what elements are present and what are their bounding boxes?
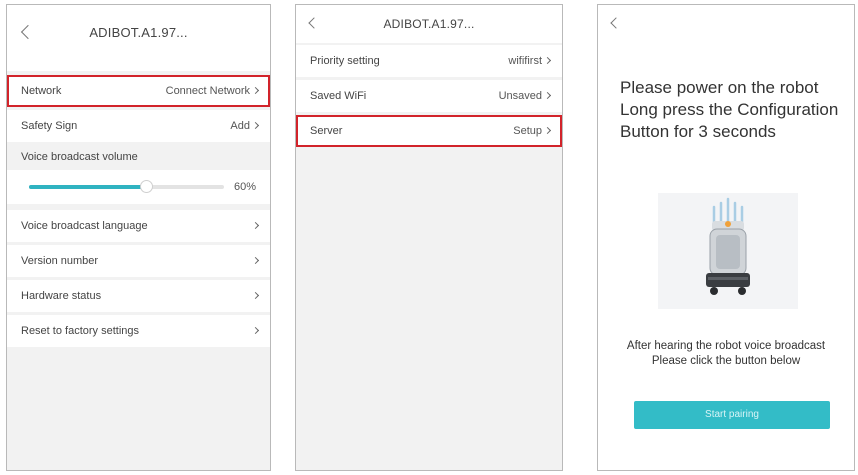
safety-sign-value: Add: [230, 120, 250, 132]
saved-wifi-value: Unsaved: [498, 90, 542, 102]
chevron-right-icon: [251, 291, 260, 300]
volume-knob[interactable]: [140, 180, 153, 193]
chevron-right-icon: [251, 221, 260, 230]
network-label: Network: [21, 85, 62, 97]
saved-wifi-label: Saved WiFi: [310, 90, 367, 102]
back-arrow-icon[interactable]: [610, 17, 622, 29]
chevron-right-icon: [251, 326, 260, 335]
server-value: Setup: [513, 125, 542, 137]
voice-language-label: Voice broadcast language: [21, 220, 148, 232]
chevron-right-icon: [251, 256, 260, 265]
chevron-right-icon: [543, 126, 552, 135]
start-pairing-button[interactable]: Start pairing: [634, 401, 830, 429]
header: ADIBOT.A1.97...: [7, 5, 270, 71]
power-on-instruction: Please power on the robot Long press the…: [620, 78, 839, 141]
header: ADIBOT.A1.97...: [296, 5, 562, 43]
saved-wifi-row[interactable]: Saved WiFi Unsaved: [296, 80, 562, 112]
chevron-right-icon: [251, 86, 260, 95]
network-value: Connect Network: [165, 85, 250, 97]
header: [598, 5, 854, 43]
network-row[interactable]: Network Connect Network: [7, 75, 270, 107]
chevron-right-icon: [543, 56, 552, 65]
chevron-right-icon: [543, 91, 552, 100]
priority-setting-value: wififirst: [508, 55, 542, 67]
hardware-status-label: Hardware status: [21, 290, 102, 302]
volume-fill: [29, 185, 146, 189]
volume-percent: 60%: [233, 181, 256, 193]
after-line-2: Please click the button below: [651, 355, 801, 367]
factory-reset-row[interactable]: Reset to factory settings: [7, 315, 270, 347]
hardware-status-row[interactable]: Hardware status: [7, 280, 270, 312]
version-number-label: Version number: [21, 255, 99, 267]
device-title: ADIBOT.A1.97...: [89, 25, 188, 40]
network-screen: ADIBOT.A1.97... Priority setting wififir…: [295, 4, 563, 471]
robot-illustration: [658, 193, 798, 309]
voice-language-row[interactable]: Voice broadcast language: [7, 210, 270, 242]
safety-sign-row[interactable]: Safety Sign Add: [7, 110, 270, 142]
pairing-instruction: After hearing the robot voice broadcast …: [598, 339, 854, 369]
server-row[interactable]: Server Setup: [296, 115, 562, 147]
priority-setting-label: Priority setting: [310, 55, 380, 67]
server-label: Server: [310, 125, 343, 137]
after-line-1: After hearing the robot voice broadcast: [626, 340, 826, 352]
factory-reset-label: Reset to factory settings: [21, 325, 139, 337]
priority-setting-row[interactable]: Priority setting wififirst: [296, 45, 562, 77]
volume-slider[interactable]: [29, 180, 224, 193]
volume-section-title: Voice broadcast volume: [7, 142, 270, 170]
settings-screen: ADIBOT.A1.97... Network Connect Network …: [6, 4, 271, 471]
version-number-row[interactable]: Version number: [7, 245, 270, 277]
device-title: ADIBOT.A1.97...: [383, 17, 475, 31]
safety-sign-label: Safety Sign: [21, 120, 78, 132]
robot-image: [658, 193, 798, 309]
pairing-screen: Please power on the robot Long press the…: [597, 4, 855, 471]
chevron-right-icon: [251, 121, 260, 130]
volume-slider-row: 60%: [7, 170, 270, 204]
